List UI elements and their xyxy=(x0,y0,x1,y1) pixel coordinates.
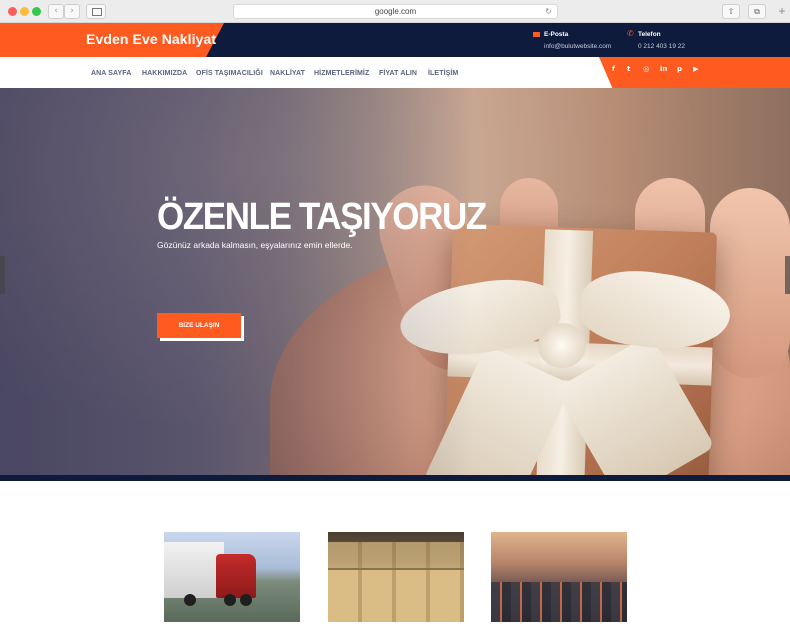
zoom-window-button[interactable] xyxy=(32,7,41,16)
truck-wheel xyxy=(224,594,236,606)
envelope-icon xyxy=(533,32,540,37)
reload-icon[interactable]: ↻ xyxy=(545,5,552,18)
sidebar-toggle-icon[interactable] xyxy=(86,4,106,19)
pinterest-icon[interactable]: p xyxy=(677,65,682,73)
back-button[interactable]: ‹ xyxy=(48,4,64,19)
share-icon[interactable]: ⇧ xyxy=(722,4,740,19)
nav-item-nakliyat[interactable]: NAKLİYAT xyxy=(270,70,305,77)
traffic-cars xyxy=(491,582,627,622)
new-tab-icon[interactable]: + xyxy=(774,4,790,19)
phone-label: Telefon xyxy=(638,31,661,38)
service-card-traffic-image[interactable] xyxy=(491,532,627,622)
minimize-window-button[interactable] xyxy=(20,7,29,16)
nav-item-hakkimizda[interactable]: HAKKIMIZDA xyxy=(142,70,187,77)
hero-bottom-bar xyxy=(0,475,790,481)
nav-item-ofis-tasimaciligi[interactable]: OFİS TAŞIMACILIĞI xyxy=(196,70,263,77)
forward-button[interactable]: › xyxy=(64,4,80,19)
youtube-icon[interactable]: ▶ xyxy=(693,65,698,73)
url-text: google.com xyxy=(374,7,417,16)
site-logo-text[interactable]: Evden Eve Nakliyat xyxy=(86,31,216,47)
truck-cab xyxy=(216,554,256,598)
box-stack xyxy=(328,542,464,568)
email-value[interactable]: info@bulutwebsite.com xyxy=(544,43,611,50)
service-card-truck-image[interactable] xyxy=(164,532,300,622)
phone-icon: ✆ xyxy=(627,29,634,38)
email-label: E-Posta xyxy=(544,31,569,38)
slider-prev-arrow[interactable] xyxy=(0,256,5,294)
twitter-icon[interactable]: t xyxy=(627,65,630,73)
box-stack xyxy=(328,570,464,596)
truck-trailer xyxy=(164,542,224,598)
contact-us-button[interactable]: BİZE ULAŞIN xyxy=(157,313,241,338)
tabs-overview-icon[interactable]: ⧉ xyxy=(748,4,766,19)
nav-item-iletisim[interactable]: İLETİŞİM xyxy=(428,70,458,77)
slider-next-arrow[interactable] xyxy=(785,256,790,294)
close-window-button[interactable] xyxy=(8,7,17,16)
service-card-boxes-image[interactable] xyxy=(328,532,464,622)
truck-wheel xyxy=(240,594,252,606)
instagram-icon[interactable]: ◎ xyxy=(643,65,649,73)
linkedin-icon[interactable]: in xyxy=(660,65,667,73)
nav-item-fiyat-alin[interactable]: FİYAT ALIN xyxy=(379,70,417,77)
hero-title: ÖZENLE TAŞIYORUZ xyxy=(157,196,487,238)
hero-overlay xyxy=(0,88,790,475)
hero-subtitle: Gözünüz arkada kalmasın, eşyalarınız emi… xyxy=(157,240,353,250)
truck-wheel xyxy=(184,594,196,606)
facebook-icon[interactable]: f xyxy=(612,65,615,73)
nav-item-ana-sayfa[interactable]: ANA SAYFA xyxy=(91,70,131,77)
address-bar[interactable]: google.com ↻ xyxy=(233,4,558,19)
box-stack xyxy=(328,596,464,622)
nav-item-hizmetlerimiz[interactable]: HİZMETLERİMİZ xyxy=(314,70,369,77)
phone-value[interactable]: 0 212 403 19 22 xyxy=(638,43,685,50)
